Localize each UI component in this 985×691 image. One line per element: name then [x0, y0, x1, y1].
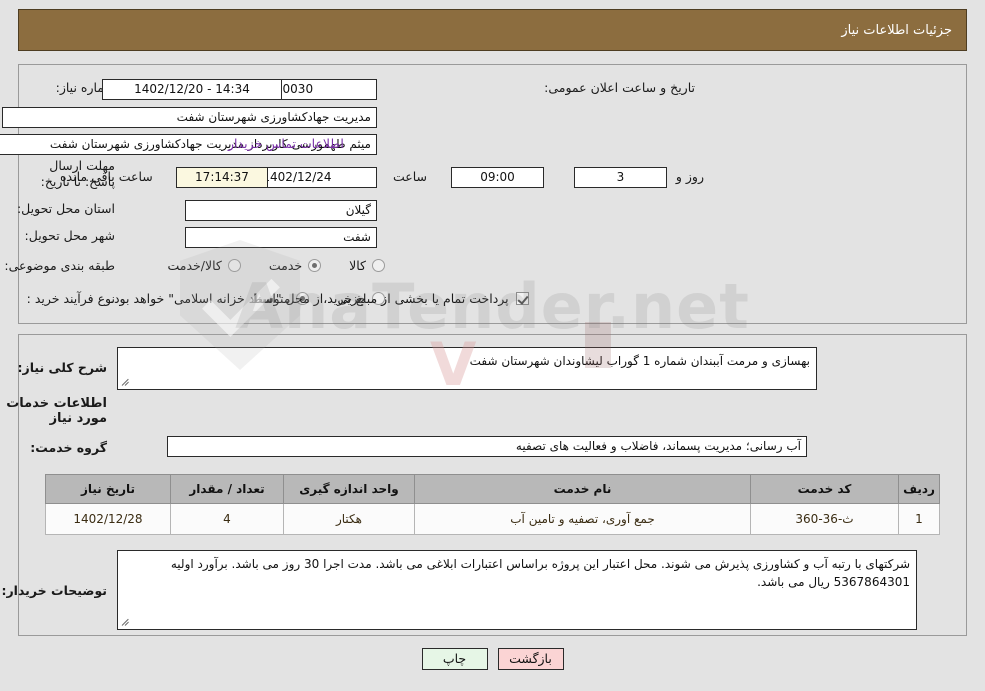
- resize-grip-icon[interactable]: [121, 617, 131, 627]
- print-button[interactable]: چاپ: [421, 648, 488, 670]
- table-header-row: ردیف کد خدمت نام خدمت واحد اندازه گیری ت…: [45, 474, 940, 504]
- radio-circle-icon[interactable]: [372, 259, 385, 272]
- back-button[interactable]: بازگشت: [497, 648, 564, 670]
- page-title: جزئیات اطلاعات نیاز: [841, 22, 952, 38]
- buyer-notes-value: شرکتهای با رتبه آب و کشاورزی پذیرش می شو…: [170, 557, 910, 589]
- delivery-city-field[interactable]: شفت: [185, 227, 377, 248]
- cell-service-code: ث-36-360: [750, 503, 899, 535]
- delivery-province-row: استان محل تحویل:: [17, 201, 115, 216]
- resize-grip-icon[interactable]: [121, 377, 131, 387]
- buyer-org-field[interactable]: مدیریت جهادکشاورزی شهرستان شفت: [2, 107, 377, 128]
- remaining-hours-label: ساعت باقی مانده: [60, 169, 153, 184]
- col-need-date: تاریخ نیاز: [45, 474, 171, 504]
- subject-class-label: طبقه بندی موضوعی:: [4, 258, 115, 273]
- service-group-label: گروه خدمت:: [30, 440, 107, 455]
- radio-circle-icon[interactable]: [227, 259, 241, 272]
- col-service-code: کد خدمت: [750, 474, 899, 504]
- col-unit: واحد اندازه گیری: [283, 474, 415, 504]
- delivery-province-field[interactable]: گیلان: [185, 200, 377, 221]
- col-row-no: ردیف: [898, 474, 940, 504]
- col-quantity: تعداد / مقدار: [170, 474, 284, 504]
- subject-class-options: کالا خدمت کالا/خدمت: [167, 258, 385, 273]
- table-row[interactable]: 1 ث-36-360 جمع آوری، تصفیه و تامین آب هک…: [45, 503, 940, 535]
- deadline-time-label: ساعت: [392, 169, 427, 184]
- subject-class-row: طبقه بندی موضوعی:: [4, 258, 115, 273]
- buyer-notes-label: توضیحات خریدار:: [1, 583, 107, 598]
- public-announce-label: تاریخ و ساعت اعلان عمومی:: [544, 80, 695, 95]
- delivery-province-label: استان محل تحویل:: [16, 201, 115, 216]
- radio-option-kala[interactable]: کالا: [349, 258, 385, 273]
- cell-service-name: جمع آوری، تصفیه و تامین آب: [414, 503, 751, 535]
- cell-unit: هکتار: [283, 503, 415, 535]
- service-group-field[interactable]: آب رسانی؛ مدیریت پسماند، فاضلاب و فعالیت…: [167, 436, 807, 457]
- cell-quantity: 4: [170, 503, 284, 535]
- treasury-bond-checkbox-row[interactable]: پرداخت تمام یا بخشی از مبلغ خرید،از محل …: [110, 291, 529, 306]
- radio-option-kala-khedmat[interactable]: کالا/خدمت: [167, 258, 241, 273]
- cell-row-no: 1: [898, 503, 940, 535]
- radio-circle-icon[interactable]: [308, 259, 322, 272]
- need-info-panel: [18, 64, 967, 324]
- remaining-days-label: روز و: [675, 169, 704, 184]
- radio-option-khedmat[interactable]: خدمت: [269, 258, 322, 273]
- public-announce-row: تاریخ و ساعت اعلان عمومی:: [544, 80, 695, 95]
- general-desc-textarea[interactable]: بهسازی و مرمت آببندان شماره 1 گوراب لیشا…: [117, 347, 817, 390]
- services-table: ردیف کد خدمت نام خدمت واحد اندازه گیری ت…: [45, 474, 940, 535]
- countdown-field: 17:14:37: [176, 167, 268, 188]
- buyer-contact-link[interactable]: اطلاعات تماس خریدار: [228, 136, 344, 151]
- delivery-city-label: شهر محل تحویل:: [24, 228, 115, 243]
- buyer-notes-textarea[interactable]: شرکتهای با رتبه آب و کشاورزی پذیرش می شو…: [117, 550, 917, 630]
- remaining-days-field[interactable]: 3: [574, 167, 667, 188]
- delivery-city-row: شهر محل تحویل:: [25, 228, 115, 243]
- purchase-process-row: نوع فرآیند خرید :: [27, 291, 115, 306]
- cell-need-date: 1402/12/28: [45, 503, 171, 535]
- deadline-time-field[interactable]: 09:00: [451, 167, 544, 188]
- action-button-bar: بازگشت چاپ: [0, 648, 985, 670]
- general-desc-label: شرح کلی نیاز:: [17, 360, 107, 375]
- public-announce-field[interactable]: 14:34 - 1402/12/20: [102, 79, 282, 100]
- page-header: جزئیات اطلاعات نیاز: [18, 9, 967, 51]
- purchase-process-label: نوع فرآیند خرید :: [26, 291, 115, 306]
- general-desc-value: بهسازی و مرمت آببندان شماره 1 گوراب لیشا…: [469, 354, 810, 368]
- services-section-title: اطلاعات خدمات مورد نیاز: [6, 396, 107, 426]
- checkbox-icon[interactable]: [515, 292, 529, 305]
- col-service-name: نام خدمت: [414, 474, 751, 504]
- treasury-bond-label: پرداخت تمام یا بخشی از مبلغ خرید،از محل …: [110, 291, 509, 306]
